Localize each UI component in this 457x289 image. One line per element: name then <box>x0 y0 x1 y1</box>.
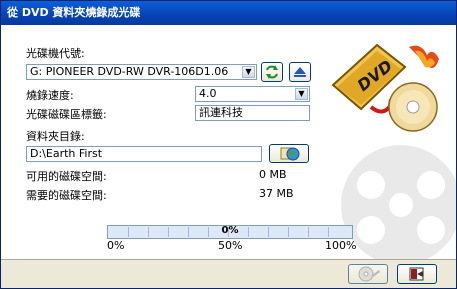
browse-button[interactable] <box>269 144 309 163</box>
volume-label-label: 光碟磁碟區標籤: <box>26 108 107 121</box>
eject-button[interactable] <box>289 62 311 82</box>
required-space-label: 需要的磁碟空間: <box>26 189 107 202</box>
required-space-value: 37 MB <box>259 187 294 200</box>
title-bar: 從 DVD 資料夾燒錄成光碟 <box>1 1 456 25</box>
progress-scale-end: 100% <box>325 239 357 252</box>
folder-label: 資料夾目錄: <box>26 130 85 143</box>
speed-select[interactable]: 4.0 ▼ <box>195 86 310 102</box>
speed-value: 4.0 <box>199 87 217 100</box>
chevron-down-icon: ▼ <box>295 88 308 100</box>
exit-icon <box>409 267 424 281</box>
volume-label-value: 訊連科技 <box>199 106 243 119</box>
progress-scale-mid: 50% <box>218 239 243 252</box>
drive-select[interactable]: G: PIONEER DVD-RW DVR-106D1.06 ▼ <box>26 64 257 80</box>
progress-percent-text: 0% <box>221 225 239 236</box>
burn-disc-icon <box>358 266 380 282</box>
chevron-down-icon: ▼ <box>242 66 255 78</box>
progress-scale-start: 0% <box>107 239 125 252</box>
dialog-content: DVD 光碟機代號: G: PIONEER DVD-RW DVR-106D1.0… <box>1 25 456 288</box>
dvd-logo-icon: DVD <box>331 43 439 132</box>
refresh-icon <box>266 65 278 79</box>
folder-path-value: D:\Earth First <box>30 147 103 160</box>
volume-label-input[interactable]: 訊連科技 <box>195 105 310 121</box>
drive-value: G: PIONEER DVD-RW DVR-106D1.06 <box>30 65 229 78</box>
burn-button[interactable] <box>348 264 388 284</box>
burn-progress-bar: 0% <box>107 225 353 239</box>
window-title: 從 DVD 資料夾燒錄成光碟 <box>7 6 141 19</box>
available-space-label: 可用的磁碟空間: <box>26 170 107 183</box>
speed-label: 燒錄速度: <box>26 89 74 102</box>
refresh-button[interactable] <box>261 62 283 82</box>
browse-folder-icon <box>280 147 300 161</box>
burn-dialog-window: 從 DVD 資料夾燒錄成光碟 DVD 光碟機代號: G: PIONEER DVD… <box>0 0 457 289</box>
button-bar <box>1 259 456 288</box>
exit-button[interactable] <box>397 264 437 284</box>
folder-path-input[interactable]: D:\Earth First <box>26 146 262 162</box>
drive-label: 光碟機代號: <box>26 47 85 60</box>
eject-icon <box>294 67 306 77</box>
available-space-value: 0 MB <box>259 168 287 181</box>
